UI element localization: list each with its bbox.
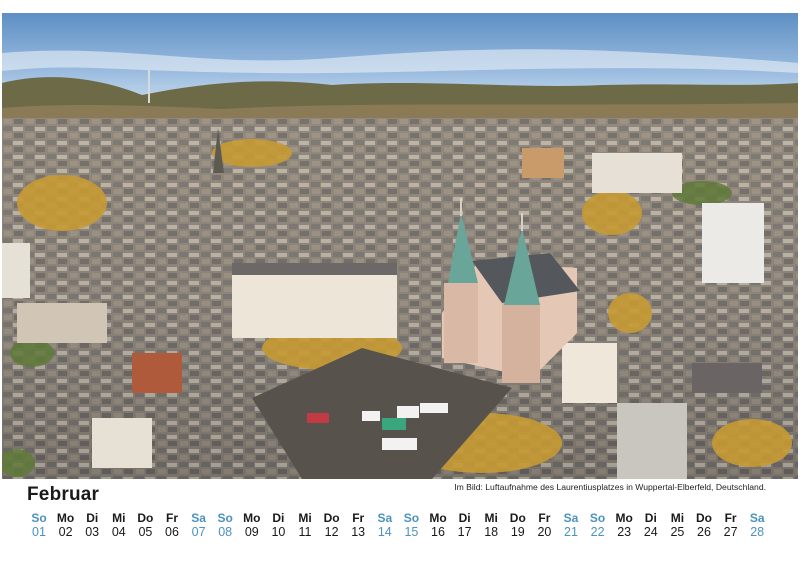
weekday-label: Sa xyxy=(191,511,206,525)
photo-caption: Im Bild: Luftaufnahme des Laurentiusplat… xyxy=(454,482,766,492)
calendar-day: Mo 09 xyxy=(239,511,265,540)
day-number: 02 xyxy=(58,525,73,539)
weekday-label: Di xyxy=(272,511,285,525)
calendar-day: Sa 21 xyxy=(558,511,584,540)
day-number: 07 xyxy=(191,525,206,539)
aerial-photo xyxy=(2,13,798,479)
weekday-label: Fr xyxy=(166,511,178,525)
calendar-day: Di 03 xyxy=(79,511,105,540)
day-number: 27 xyxy=(723,525,738,539)
day-number: 08 xyxy=(218,525,233,539)
weekday-label: Do xyxy=(137,511,154,525)
weekday-label: Mo xyxy=(243,511,261,525)
calendar-day: Sa 07 xyxy=(186,511,212,540)
day-number: 04 xyxy=(111,525,126,539)
weekday-label: Di xyxy=(86,511,99,525)
calendar-day: Fr 27 xyxy=(718,511,744,540)
day-number: 11 xyxy=(298,525,312,539)
calendar-day: Mo 02 xyxy=(53,511,79,540)
calendar-day: Do 05 xyxy=(132,511,158,540)
day-number: 14 xyxy=(377,525,392,539)
day-number: 18 xyxy=(484,525,499,539)
calendar-day: Fr 20 xyxy=(531,511,557,540)
calendar-day: Do 12 xyxy=(319,511,345,540)
day-number: 06 xyxy=(165,525,179,539)
calendar-day: Do 26 xyxy=(691,511,717,540)
calendar-day: So 15 xyxy=(398,511,424,540)
weekday-label: Di xyxy=(458,511,471,525)
day-number: 16 xyxy=(431,525,445,539)
calendar-day: Di 24 xyxy=(638,511,664,540)
calendar-day: Mo 23 xyxy=(611,511,637,540)
day-number: 24 xyxy=(643,525,658,539)
calendar-day: Sa 14 xyxy=(372,511,398,540)
weekday-label: Mi xyxy=(298,511,312,525)
weekday-label: Fr xyxy=(352,511,365,525)
day-number: 17 xyxy=(457,525,472,539)
day-number: 28 xyxy=(750,525,765,539)
day-number: 15 xyxy=(404,525,419,539)
calendar-day: So 08 xyxy=(212,511,238,540)
calendar-day: Fr 13 xyxy=(345,511,371,540)
weekday-label: Do xyxy=(696,511,712,525)
weekday-label: Do xyxy=(509,511,526,525)
weekday-label: Mi xyxy=(112,511,126,525)
calendar-day: Mo 16 xyxy=(425,511,451,540)
day-number: 05 xyxy=(138,525,153,539)
day-number: 01 xyxy=(32,525,46,539)
weekday-label: Mo xyxy=(615,511,633,525)
calendar-day: Fr 06 xyxy=(159,511,185,540)
weekday-label: So xyxy=(217,511,233,525)
weekday-label: Mo xyxy=(56,511,75,525)
calendar-day: Sa 28 xyxy=(744,511,770,540)
weekday-label: So xyxy=(589,511,606,525)
day-number: 21 xyxy=(564,525,578,539)
weekday-label: Mi xyxy=(484,511,498,525)
day-number: 12 xyxy=(324,525,339,539)
weekday-label: Do xyxy=(323,511,340,525)
day-number: 26 xyxy=(697,525,711,539)
weekday-label: So xyxy=(31,511,47,525)
weekday-label: Mo xyxy=(429,511,447,525)
weekday-label: Mi xyxy=(670,511,685,525)
weekday-label: Sa xyxy=(749,511,765,525)
day-number: 13 xyxy=(351,525,366,539)
month-title: Februar xyxy=(27,484,100,505)
weekday-label: Di xyxy=(644,511,657,525)
day-number: 20 xyxy=(537,525,552,539)
day-number: 23 xyxy=(617,525,632,539)
day-number: 22 xyxy=(590,525,605,539)
weekday-label: Sa xyxy=(563,511,579,525)
day-number: 10 xyxy=(271,525,286,539)
day-number: 09 xyxy=(244,525,259,539)
weekday-label: Sa xyxy=(377,511,393,525)
day-number: 25 xyxy=(670,525,685,539)
weekday-label: So xyxy=(403,511,420,525)
calendar-day: Do 19 xyxy=(505,511,531,540)
calendar-day: Di 10 xyxy=(265,511,291,540)
weekday-label: Fr xyxy=(724,511,737,525)
calendar-day: Di 17 xyxy=(452,511,478,540)
calendar-day: Mi 25 xyxy=(664,511,690,540)
day-number: 19 xyxy=(510,525,525,539)
calendar-day: Mi 18 xyxy=(478,511,504,540)
calendar-day: So 01 xyxy=(26,511,52,540)
day-number: 03 xyxy=(85,525,100,539)
weekday-label: Fr xyxy=(538,511,551,525)
calendar-day: Mi 11 xyxy=(292,511,318,540)
calendar-day: So 22 xyxy=(585,511,611,540)
calendar-day: Mi 04 xyxy=(106,511,132,540)
calendar-strip: So 01 Mo 02 Di 03 Mi 04 Do 05 Fr 06 Sa 07 So 08 Mo 09 Di 10… xyxy=(26,511,774,543)
